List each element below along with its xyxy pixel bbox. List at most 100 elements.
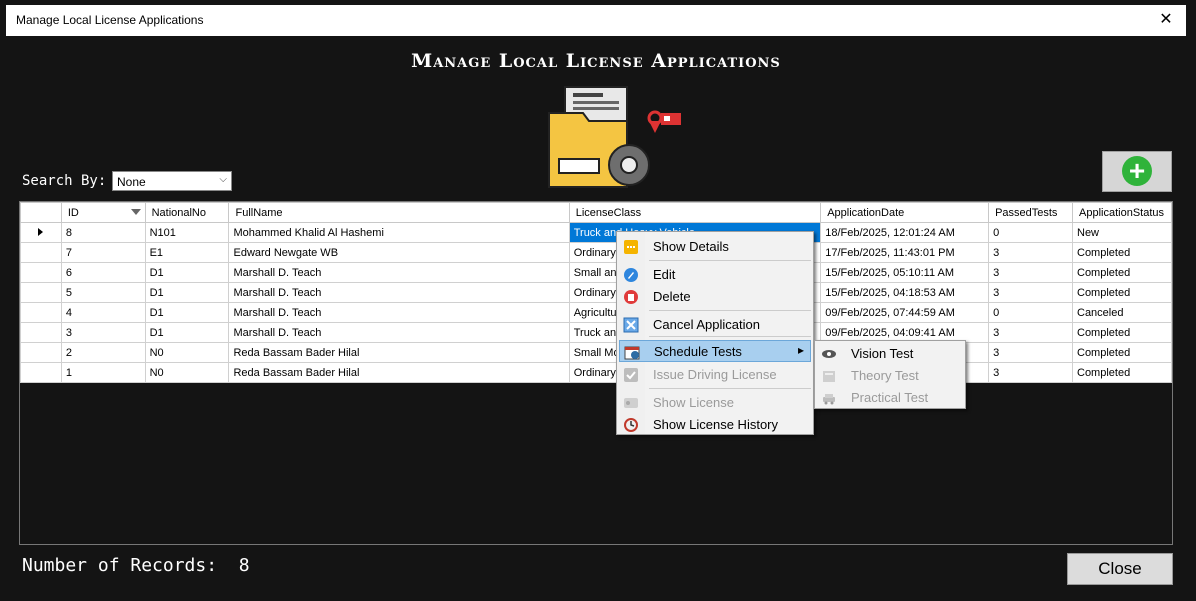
menu-item-label: Show Details xyxy=(653,239,729,254)
cell-id[interactable]: 7 xyxy=(60,242,146,263)
menu-item-label: Issue Driving License xyxy=(653,367,777,382)
row-selector[interactable] xyxy=(20,242,62,263)
menu-item-cancel-application[interactable]: Cancel Application xyxy=(619,314,811,336)
cell-applicationdate[interactable]: 17/Feb/2025, 11:43:01 PM xyxy=(820,242,990,263)
menu-item-label: Schedule Tests xyxy=(654,344,742,359)
theory-icon xyxy=(823,371,835,382)
cell-passedtests[interactable]: 3 xyxy=(988,362,1073,383)
cell-passedtests[interactable]: 3 xyxy=(988,242,1073,263)
cell-status[interactable]: Completed xyxy=(1072,322,1172,343)
cell-nationalno[interactable]: N0 xyxy=(144,342,230,363)
applications-grid[interactable]: ID NationalNo FullName LicenseClass Appl… xyxy=(19,201,1173,545)
cell-fullname[interactable]: Mohammed Khalid Al Hashemi xyxy=(228,222,570,243)
submenu-item-label: Practical Test xyxy=(851,390,929,405)
table-row[interactable]: 8 N101 Mohammed Khalid Al Hashemi Truck and… xyxy=(20,222,1172,243)
cell-fullname[interactable]: Marshall D. Teach xyxy=(228,262,570,283)
cell-nationalno[interactable]: D1 xyxy=(144,262,230,283)
menu-separator xyxy=(649,336,811,337)
cell-status[interactable]: Completed xyxy=(1072,262,1172,283)
column-header-licenseclass[interactable]: LicenseClass xyxy=(568,202,822,223)
submenu-item-theory-test[interactable]: Theory Test xyxy=(817,365,963,387)
table-row[interactable]: 2 N0 Reda Bassam Bader Hilal Small Mot 3 Comp… xyxy=(20,342,1172,363)
cell-id[interactable]: 6 xyxy=(60,262,146,283)
cell-status[interactable]: New xyxy=(1072,222,1172,243)
table-row[interactable]: 3 D1 Marshall D. Teach Truck and 09/Feb/2025… xyxy=(20,322,1172,343)
menu-item-show-details[interactable]: Show Details xyxy=(619,236,811,258)
menu-item-issue-driving-license[interactable]: Issue Driving License xyxy=(619,364,811,386)
cell-status[interactable]: Completed xyxy=(1072,282,1172,303)
menu-item-edit[interactable]: Edit xyxy=(619,264,811,286)
cell-passedtests[interactable]: 3 xyxy=(988,342,1073,363)
column-header-id[interactable]: ID xyxy=(60,202,146,223)
table-row[interactable]: 7 E1 Edward Newgate WB Ordinary l 17/Feb/202… xyxy=(20,242,1172,263)
menu-item-label: Edit xyxy=(653,267,676,282)
cell-applicationdate[interactable]: 18/Feb/2025, 12:01:24 AM xyxy=(820,222,990,243)
cell-id[interactable]: 5 xyxy=(60,282,146,303)
column-header-id-label: ID xyxy=(67,206,79,219)
row-selector[interactable] xyxy=(20,322,62,343)
column-header-applicationdate[interactable]: ApplicationDate xyxy=(820,202,990,223)
submenu-item-practical-test[interactable]: Practical Test xyxy=(817,387,963,409)
cell-passedtests[interactable]: 0 xyxy=(988,302,1073,323)
column-header-fullname[interactable]: FullName xyxy=(228,202,570,223)
cell-passedtests[interactable]: 3 xyxy=(988,282,1073,303)
cell-id[interactable]: 3 xyxy=(60,322,146,343)
submenu-item-vision-test[interactable]: Vision Test xyxy=(817,343,963,365)
cell-applicationdate[interactable]: 15/Feb/2025, 05:10:11 AM xyxy=(820,262,990,283)
column-header-applicationstatus[interactable]: ApplicationStatus xyxy=(1072,202,1172,223)
column-header-nationalno[interactable]: NationalNo xyxy=(144,202,230,223)
row-selector[interactable] xyxy=(20,302,62,323)
cancel-icon xyxy=(623,317,639,333)
check-icon xyxy=(624,368,638,382)
cell-fullname[interactable]: Marshall D. Teach xyxy=(228,302,570,323)
cell-fullname[interactable]: Marshall D. Teach xyxy=(228,322,570,343)
column-header-passedtests[interactable]: PassedTests xyxy=(988,202,1073,223)
row-selector[interactable] xyxy=(20,222,62,243)
close-button[interactable]: Close xyxy=(1067,553,1173,585)
cell-status[interactable]: Completed xyxy=(1072,342,1172,363)
cell-fullname[interactable]: Reda Bassam Bader Hilal xyxy=(228,362,570,383)
row-selector[interactable] xyxy=(20,362,62,383)
cell-id[interactable]: 1 xyxy=(60,362,146,383)
cell-passedtests[interactable]: 3 xyxy=(988,262,1073,283)
cell-id[interactable]: 4 xyxy=(60,302,146,323)
row-selector[interactable] xyxy=(20,282,62,303)
cell-id[interactable]: 2 xyxy=(60,342,146,363)
license-icon xyxy=(624,398,638,408)
search-by-dropdown[interactable]: None ⌵ xyxy=(112,171,232,191)
submenu-arrow-icon: ▸ xyxy=(797,343,804,357)
table-row[interactable]: 4 D1 Marshall D. Teach Agricultur 09/Feb/202… xyxy=(20,302,1172,323)
cell-applicationdate[interactable]: 09/Feb/2025, 07:44:59 AM xyxy=(820,302,990,323)
row-selector[interactable] xyxy=(20,262,62,283)
cell-nationalno[interactable]: D1 xyxy=(144,282,230,303)
cell-status[interactable]: Completed xyxy=(1072,242,1172,263)
add-application-button[interactable]: + xyxy=(1102,151,1172,192)
cell-nationalno[interactable]: N0 xyxy=(144,362,230,383)
cell-nationalno[interactable]: N101 xyxy=(144,222,230,243)
cell-passedtests[interactable]: 3 xyxy=(988,322,1073,343)
cell-fullname[interactable]: Marshall D. Teach xyxy=(228,282,570,303)
cell-fullname[interactable]: Reda Bassam Bader Hilal xyxy=(228,342,570,363)
menu-item-schedule-tests[interactable]: Schedule Tests ▸ xyxy=(619,340,811,362)
window-close-button[interactable]: ✕ xyxy=(1154,8,1178,32)
calendar-icon xyxy=(624,346,640,360)
menu-item-delete[interactable]: Delete xyxy=(619,286,811,308)
cell-nationalno[interactable]: D1 xyxy=(144,302,230,323)
menu-item-show-license[interactable]: Show License xyxy=(619,392,811,414)
cell-applicationdate[interactable]: 15/Feb/2025, 04:18:53 AM xyxy=(820,282,990,303)
cell-fullname[interactable]: Edward Newgate WB xyxy=(228,242,570,263)
table-row[interactable]: 1 N0 Reda Bassam Bader Hilal Ordinary l 3 Com… xyxy=(20,362,1172,383)
cell-passedtests[interactable]: 0 xyxy=(988,222,1073,243)
menu-item-show-license-history[interactable]: Show License History xyxy=(619,414,811,436)
cell-status[interactable]: Canceled xyxy=(1072,302,1172,323)
table-row[interactable]: 5 D1 Marshall D. Teach Ordinary l 15/Feb/202… xyxy=(20,282,1172,303)
menu-item-label: Show License xyxy=(653,395,734,410)
cell-status[interactable]: Completed xyxy=(1072,362,1172,383)
page-title: Manage Local License Applications xyxy=(411,50,781,72)
cell-nationalno[interactable]: E1 xyxy=(144,242,230,263)
row-selector[interactable] xyxy=(20,342,62,363)
context-menu: Show Details Edit Delete Cancel Application… xyxy=(616,231,814,435)
table-row[interactable]: 6 D1 Marshall D. Teach Small and 15/Feb/2025… xyxy=(20,262,1172,283)
cell-id[interactable]: 8 xyxy=(60,222,146,243)
cell-nationalno[interactable]: D1 xyxy=(144,322,230,343)
